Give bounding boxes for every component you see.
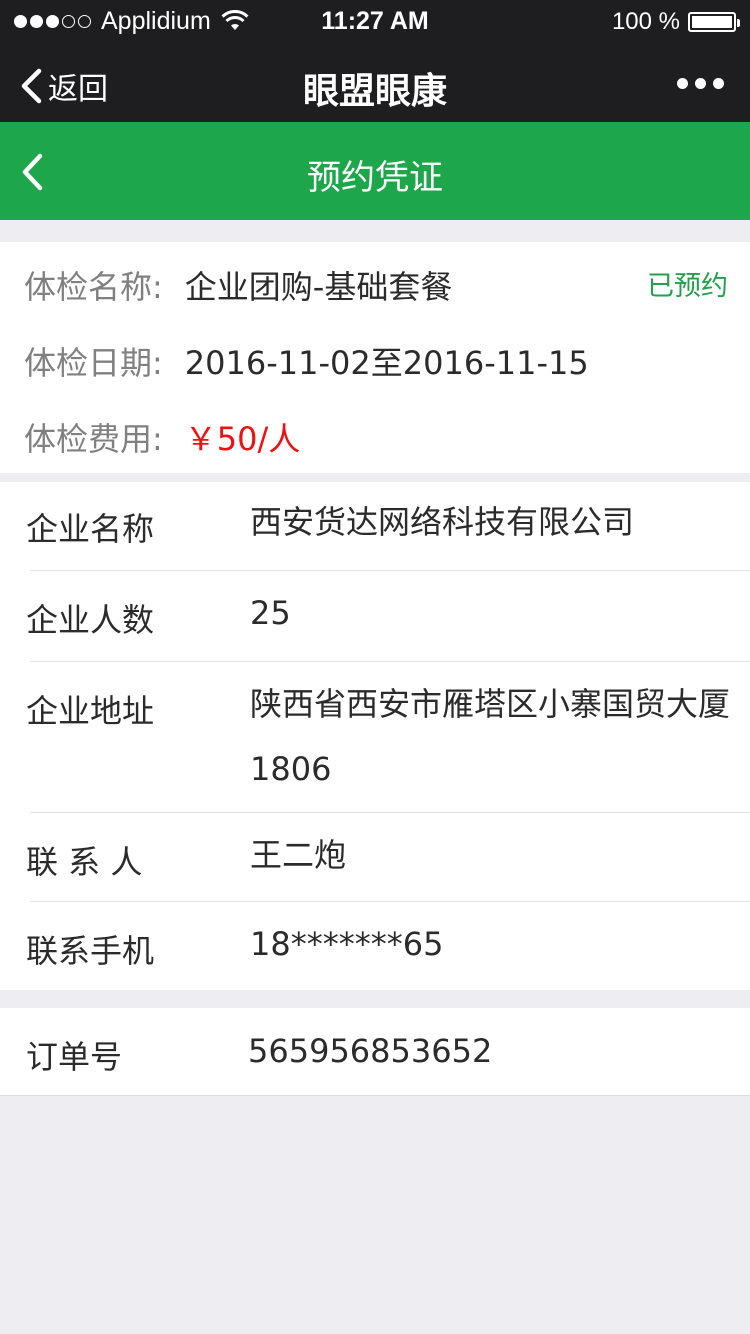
contact-row: 联 系 人 王二炮 [0, 813, 750, 901]
exam-date-label: 体检日期: [24, 344, 163, 382]
company-address-label: 企业地址 [26, 692, 155, 730]
company-name-value: 西安货达网络科技有限公司 [250, 503, 635, 541]
battery-area: 100 % [611, 8, 740, 36]
exam-name-value: 企业团购-基础套餐 [184, 268, 453, 306]
status-badge: 已预约 [647, 271, 728, 302]
exam-fee-value: ￥50/人 [184, 420, 301, 458]
page-title: 预约凭证 [307, 158, 443, 198]
battery-percent: 100 % [611, 8, 680, 35]
company-address-row: 企业地址 陕西省西安市雁塔区小寨国贸大厦1806 [0, 662, 750, 812]
exam-name-label: 体检名称: [24, 268, 163, 306]
order-label: 订单号 [26, 1038, 123, 1076]
more-dot-icon [713, 78, 724, 89]
exam-info-card: 体检名称: 企业团购-基础套餐 已预约 体检日期: 2016-11-02至201… [0, 242, 750, 473]
phone-label: 联系手机 [26, 932, 155, 970]
company-name-row: 企业名称 西安货达网络科技有限公司 [0, 482, 750, 570]
exam-date-row: 体检日期: 2016-11-02至2016-11-15 [24, 338, 726, 384]
phone-row: 联系手机 18*******65 [0, 902, 750, 990]
contact-label: 联 系 人 [26, 843, 143, 881]
phone-value: 18*******65 [250, 925, 444, 963]
order-card: 订单号 565956853652 [0, 1008, 750, 1096]
page-header: 预约凭证 [0, 122, 750, 220]
exam-name-row: 体检名称: 企业团购-基础套餐 [24, 262, 726, 308]
nav-bar: 返回 眼盟眼康 [0, 42, 750, 122]
order-number: 565956853652 [248, 1032, 493, 1070]
company-headcount-label: 企业人数 [26, 601, 155, 639]
company-address-value: 陕西省西安市雁塔区小寨国贸大厦1806 [250, 685, 731, 788]
exam-date-value: 2016-11-02至2016-11-15 [184, 344, 589, 382]
more-dot-icon [677, 78, 688, 89]
company-info-card: 企业名称 西安货达网络科技有限公司 企业人数 25 企业地址 陕西省西安市雁塔区… [0, 482, 750, 990]
exam-fee-row: 体检费用: ￥50/人 [24, 414, 726, 460]
company-headcount-value: 25 [250, 594, 291, 632]
more-button[interactable] [670, 78, 724, 89]
company-headcount-row: 企业人数 25 [0, 571, 750, 661]
contact-value: 王二炮 [250, 836, 347, 874]
battery-icon [688, 12, 740, 32]
status-bar: Applidium 11:27 AM 100 % [0, 0, 750, 42]
app-title: 眼盟眼康 [302, 71, 447, 112]
more-dot-icon [695, 78, 706, 89]
company-name-label: 企业名称 [26, 510, 155, 548]
exam-fee-label: 体检费用: [24, 420, 163, 458]
